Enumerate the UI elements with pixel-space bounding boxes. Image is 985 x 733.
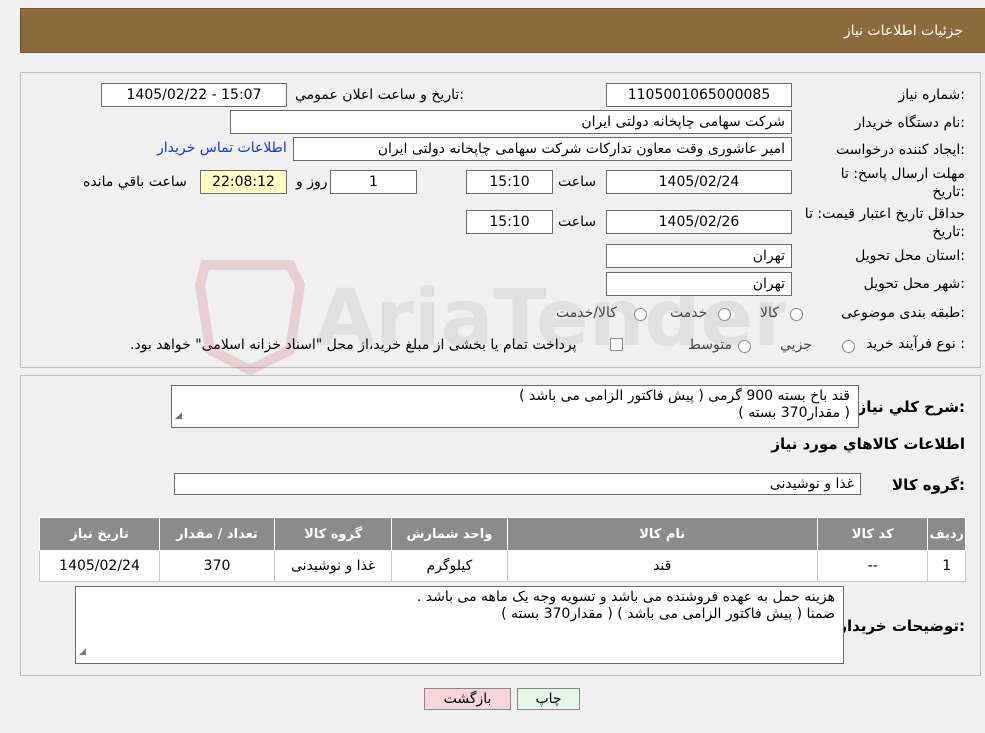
process-option-minor: جزيي: [780, 337, 812, 353]
announce-label: تاریخ و ساعت اعلان عمومي:: [295, 87, 464, 103]
table-row: 1 -- قند کیلوگرم غذا و نوشیدنی 370 1405/…: [38, 550, 966, 582]
need-number-field: 1105001065000085: [606, 83, 792, 107]
province-field: تهران: [606, 244, 792, 268]
col-header-date: تاريخ نياز: [38, 517, 161, 551]
goods-group-label: گروه كالا:: [892, 476, 965, 494]
cell-quantity: 370: [159, 550, 276, 582]
buyer-notes-textarea[interactable]: هزینه حمل به عهده فروشنده می باشد و تسوی…: [75, 586, 844, 664]
description-textarea[interactable]: قند باخ بسته 900 گرمی ( پیش فاکتور الزام…: [171, 385, 859, 428]
deadline-label: مهلت ارسال پاسخ: تا: [840, 166, 965, 182]
buyer-notes-line-2: ضمنا ( پیش فاکتور الزامی می باشد ) ( مقد…: [501, 606, 835, 622]
cell-code: --: [816, 550, 929, 582]
category-option-goods-service: كالا/خدمت: [556, 305, 617, 321]
category-option-service: خدمت: [670, 305, 708, 321]
process-radio-medium[interactable]: [738, 340, 751, 353]
cell-group: غذا و نوشیدنی: [274, 550, 393, 582]
buyer-label: نام دستگاه خريدار:: [854, 115, 965, 131]
col-header-unit: واحد شمارش: [391, 517, 508, 551]
validity-label-date: تاريخ:: [932, 224, 965, 240]
cell-date: 1405/02/24: [38, 550, 161, 582]
items-table: رديف كد كالا نام كالا واحد شمارش گروه كا…: [38, 517, 966, 582]
process-radio-minor[interactable]: [842, 340, 855, 353]
cell-unit: کیلوگرم: [391, 550, 508, 582]
buyer-notes-line-1: هزینه حمل به عهده فروشنده می باشد و تسوی…: [416, 589, 835, 605]
city-field: تهران: [606, 272, 792, 296]
category-radio-service[interactable]: [718, 308, 731, 321]
validity-label: حداقل تاريخ اعتبار قيمت: تا: [804, 206, 965, 222]
deadline-date-field: 1405/02/24: [606, 170, 792, 194]
deadline-label-date: تاريخ:: [932, 184, 965, 200]
deadline-time-field: 15:10: [466, 170, 553, 194]
table-header-row: رديف كد كالا نام كالا واحد شمارش گروه كا…: [38, 517, 966, 551]
col-header-group: گروه كالا: [274, 517, 393, 551]
resize-grip-icon[interactable]: ◢: [79, 644, 86, 661]
resize-grip-icon[interactable]: ◢: [175, 408, 182, 425]
treasury-checkbox[interactable]: [610, 338, 623, 351]
remaining-label: ساعت باقي مانده: [83, 174, 187, 190]
category-label: طبقه بندی موضوعی:: [841, 305, 965, 321]
description-line-2: ( مقدار370 بسته ): [738, 405, 850, 421]
city-label: شهر محل تحويل:: [863, 276, 965, 292]
buyer-notes-label: توضيحات خريدار:: [838, 617, 965, 635]
goods-group-field: غذا و نوشیدنی: [174, 473, 861, 495]
announce-field: 1405/02/22 - 15:07: [101, 83, 287, 107]
col-header-quantity: تعداد / مقدار: [159, 517, 276, 551]
process-option-medium: متوسط: [688, 337, 732, 353]
buyer-field: شرکت سهامی چاپخانه دولتی ایران: [230, 110, 792, 134]
creator-label: ايجاد كننده درخواست:: [836, 142, 965, 158]
cell-row-number: 1: [927, 550, 966, 582]
buyer-contact-link[interactable]: اطلاعات تماس خريدار: [157, 140, 287, 156]
back-button[interactable]: بازگشت: [424, 688, 511, 710]
process-label: نوع فرآيند خريد :: [866, 336, 965, 352]
col-header-name: نام كالا: [506, 517, 818, 551]
category-option-goods: كالا: [760, 305, 779, 321]
page-header: جزئیات اطلاعات نیاز: [20, 8, 985, 53]
validity-time-field: 15:10: [466, 210, 553, 234]
process-note: پرداخت تمام یا بخشی از مبلغ خرید،از محل …: [130, 337, 577, 353]
days-label: روز و: [296, 174, 328, 190]
print-button[interactable]: چاپ: [517, 688, 580, 710]
col-header-code: كد كالا: [816, 517, 929, 551]
cell-name: قند: [506, 550, 818, 582]
page-title: جزئیات اطلاعات نیاز: [843, 23, 963, 39]
creator-field: امیر عاشوری وقت معاون تدارکات شرکت سهامی…: [293, 137, 792, 161]
province-label: استان محل تحويل:: [855, 248, 965, 264]
deadline-time-label: ساعت: [558, 174, 597, 190]
category-radio-goods-service[interactable]: [634, 308, 647, 321]
need-number-label: شماره نیاز:: [898, 87, 965, 103]
remaining-time-field: 22:08:12: [200, 170, 287, 194]
description-line-1: قند باخ بسته 900 گرمی ( پیش فاکتور الزام…: [519, 388, 850, 404]
days-field: 1: [330, 170, 417, 194]
validity-time-label: ساعت: [558, 214, 597, 230]
goods-section-title: اطلاعات كالاهاي مورد نياز: [771, 435, 965, 453]
category-radio-goods[interactable]: [790, 308, 803, 321]
validity-date-field: 1405/02/26: [606, 210, 792, 234]
description-label: شرح كلي نياز:: [857, 398, 965, 416]
col-header-row-number: رديف: [927, 517, 966, 551]
